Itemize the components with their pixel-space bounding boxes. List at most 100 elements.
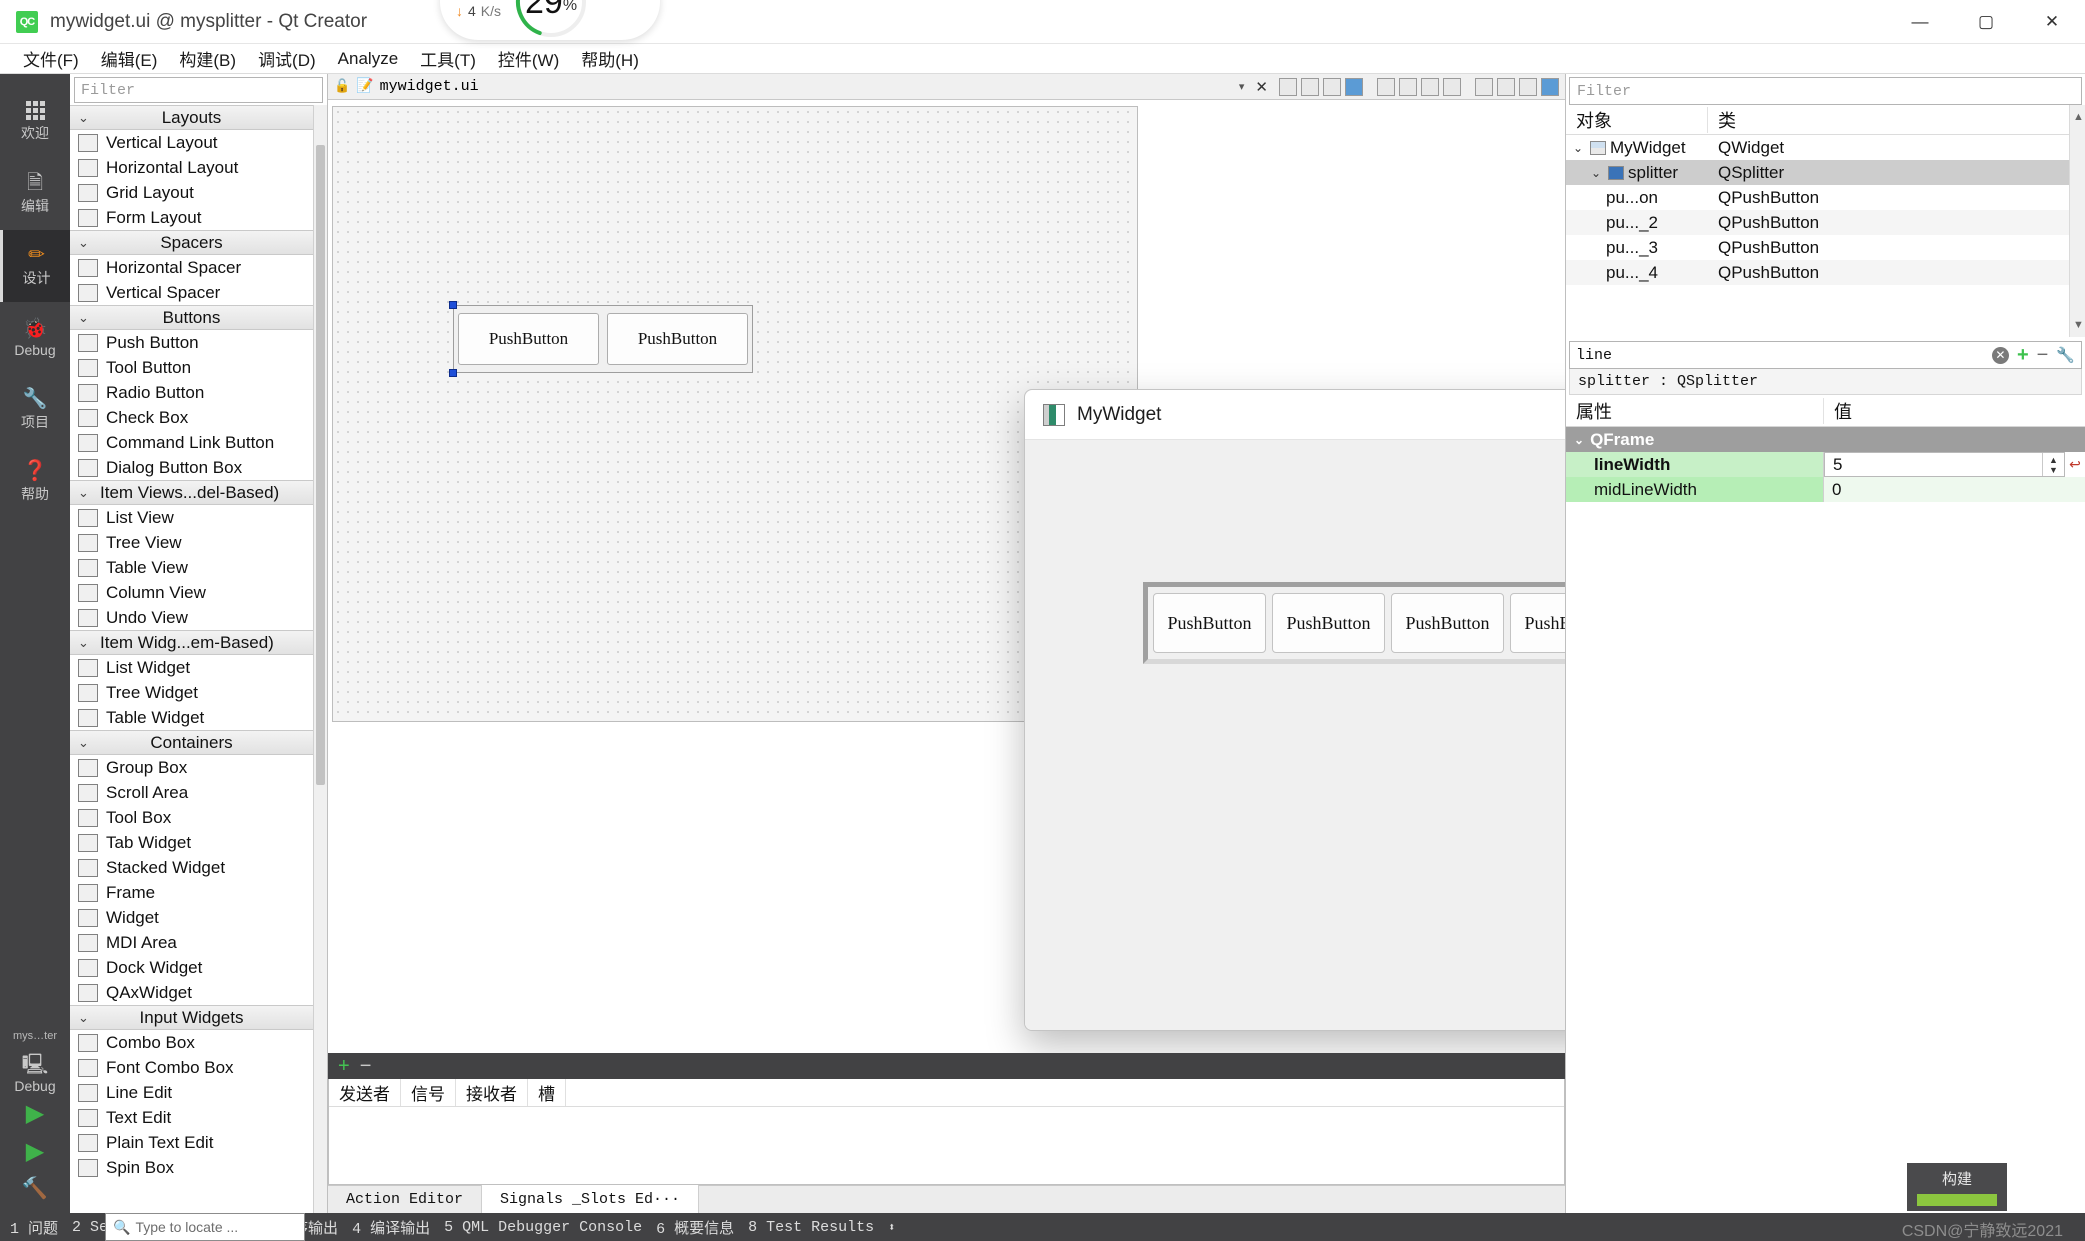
adjust-size-icon[interactable] [1541, 78, 1559, 96]
canvas-push-button-2[interactable]: PushButton [607, 313, 748, 365]
add-property-icon[interactable]: + [2017, 345, 2029, 365]
build-button-icon[interactable]: 🔨 [22, 1178, 48, 1199]
mode-help[interactable]: ❓ 帮助 [0, 446, 70, 518]
widget-box-item-plain-text-edit[interactable]: Plain Text Edit [70, 1130, 313, 1155]
widget-box-group-buttons[interactable]: ⌄Buttons [70, 305, 313, 330]
widget-box-item-tool-box[interactable]: Tool Box [70, 805, 313, 830]
widget-box-item-tool-button[interactable]: Tool Button [70, 355, 313, 380]
add-connection-button[interactable]: + [338, 1056, 350, 1076]
debug-button-icon[interactable]: ▶ [26, 1140, 44, 1164]
widget-box-group-spacers[interactable]: ⌄Spacers [70, 230, 313, 255]
preview-splitter[interactable]: PushButton PushButton PushButton PushBut… [1143, 582, 1565, 664]
selection-handle-bottom-left[interactable] [449, 369, 457, 377]
status-issues[interactable]: 1 问题 [10, 1217, 58, 1238]
mode-design[interactable]: ✏ 设计 [0, 230, 70, 302]
mode-debug[interactable]: 🐞 Debug [0, 302, 70, 374]
column-signal[interactable]: 信号 [401, 1079, 456, 1106]
preview-push-button-2[interactable]: PushButton [1272, 593, 1385, 653]
widget-box-item-push-button[interactable]: Push Button [70, 330, 313, 355]
mode-edit[interactable]: 🗎 编辑 [0, 158, 70, 230]
object-column-header[interactable]: 对象 [1566, 107, 1708, 133]
menu-edit[interactable]: 编辑(E) [90, 43, 169, 74]
widget-box-group-item-widg-em-based[interactable]: ⌄Item Widg...em-Based) [70, 630, 313, 655]
chevron-down-icon[interactable]: ⌄ [1570, 141, 1586, 155]
column-receiver[interactable]: 接收者 [456, 1079, 528, 1106]
open-file-combo[interactable]: 🔓 📝 mywidget.ui [334, 78, 479, 95]
property-row-midlinewidth[interactable]: midLineWidth 0 [1566, 477, 2085, 502]
widget-box-group-item-views-del-based[interactable]: ⌄Item Views...del-Based) [70, 480, 313, 505]
close-document-icon[interactable]: ✕ [1249, 78, 1274, 96]
edit-signals-icon[interactable] [1301, 78, 1319, 96]
break-layout-icon[interactable] [1519, 78, 1537, 96]
widget-box-item-font-combo-box[interactable]: Font Combo Box [70, 1055, 313, 1080]
kit-name[interactable]: mys…ter [0, 1026, 70, 1046]
revert-property-icon[interactable]: ↩ [2065, 452, 2085, 477]
widget-box-scrollbar[interactable] [313, 105, 327, 1213]
widget-box-item-table-view[interactable]: Table View [70, 555, 313, 580]
widget-box-item-radio-button[interactable]: Radio Button [70, 380, 313, 405]
status-qml-debugger-console[interactable]: 5 QML Debugger Console [444, 1219, 642, 1236]
object-tree-row[interactable]: pu..._3QPushButton [1566, 235, 2069, 260]
scroll-up-icon[interactable]: ▲ [2073, 111, 2084, 123]
widget-box-item-group-box[interactable]: Group Box [70, 755, 313, 780]
output-pane-arrows-icon[interactable]: ⬍ [888, 1220, 895, 1235]
property-name-column-header[interactable]: 属性 [1566, 398, 1824, 424]
widget-box-item-line-edit[interactable]: Line Edit [70, 1080, 313, 1105]
run-button-icon[interactable]: ▶ [26, 1102, 44, 1126]
widget-box-item-tree-view[interactable]: Tree View [70, 530, 313, 555]
network-monitor-overlay[interactable]: ↑ 2 K/s ↓ 4 K/s 29 % [440, 0, 660, 40]
widget-box-item-column-view[interactable]: Column View [70, 580, 313, 605]
menu-help[interactable]: 帮助(H) [570, 43, 650, 74]
object-tree-row[interactable]: pu...onQPushButton [1566, 185, 2069, 210]
layout-splitter-v-icon[interactable] [1443, 78, 1461, 96]
preview-window[interactable]: MyWidget — ▢ ✕ PushButton PushButton Pus… [1024, 389, 1565, 1031]
menu-widgets[interactable]: 控件(W) [487, 43, 570, 74]
layout-vertical-icon[interactable] [1399, 78, 1417, 96]
kit-selector[interactable]: 🖳 Debug [0, 1046, 70, 1102]
widget-box-item-check-box[interactable]: Check Box [70, 405, 313, 430]
minimize-button[interactable]: — [1887, 0, 1953, 44]
property-filter-input[interactable]: line [1576, 347, 1984, 364]
widget-box-item-horizontal-spacer[interactable]: Horizontal Spacer [70, 255, 313, 280]
property-value-column-header[interactable]: 值 [1824, 398, 1852, 424]
widget-box-item-command-link-button[interactable]: Command Link Button [70, 430, 313, 455]
widget-box-item-dialog-button-box[interactable]: Dialog Button Box [70, 455, 313, 480]
menu-analyze[interactable]: Analyze [327, 46, 409, 72]
widget-box-group-containers[interactable]: ⌄Containers [70, 730, 313, 755]
clear-filter-icon[interactable]: ✕ [1992, 347, 2009, 364]
configure-icon[interactable]: 🔧 [2056, 346, 2075, 364]
status-general-messages[interactable]: 6 概要信息 [656, 1217, 734, 1238]
widget-box-item-table-widget[interactable]: Table Widget [70, 705, 313, 730]
menu-file[interactable]: 文件(F) [12, 43, 90, 74]
widget-box-item-list-widget[interactable]: List Widget [70, 655, 313, 680]
tab-action-editor[interactable]: Action Editor [328, 1185, 482, 1213]
edit-widgets-icon[interactable] [1279, 78, 1297, 96]
spinbox-stepper[interactable]: ▲▼ [2042, 453, 2064, 476]
class-column-header[interactable]: 类 [1708, 107, 1736, 133]
property-value-linewidth[interactable]: 5 ▲▼ [1824, 452, 2065, 477]
widget-box-item-tab-widget[interactable]: Tab Widget [70, 830, 313, 855]
widget-box-item-tree-widget[interactable]: Tree Widget [70, 680, 313, 705]
object-tree-row[interactable]: ⌄MyWidgetQWidget [1566, 135, 2069, 160]
widget-box-item-list-view[interactable]: List View [70, 505, 313, 530]
column-sender[interactable]: 发送者 [329, 1079, 401, 1106]
remove-connection-button[interactable]: − [360, 1056, 372, 1076]
widget-box-item-stacked-widget[interactable]: Stacked Widget [70, 855, 313, 880]
property-row-linewidth[interactable]: lineWidth 5 ▲▼ ↩ [1566, 452, 2085, 477]
widget-box-item-vertical-layout[interactable]: Vertical Layout [70, 130, 313, 155]
status-test-results[interactable]: 8 Test Results [748, 1219, 874, 1236]
build-progress-popup[interactable]: 构建 [1907, 1163, 2007, 1211]
status-compile-output[interactable]: 4 编译输出 [352, 1217, 430, 1238]
object-tree-filter[interactable]: Filter [1569, 77, 2082, 105]
tab-signals-slots-editor[interactable]: Signals _Slots Ed··· [482, 1185, 699, 1213]
chevron-down-icon[interactable]: ⌄ [1588, 166, 1604, 180]
close-button[interactable]: ✕ [2019, 0, 2085, 44]
layout-splitter-h-icon[interactable] [1421, 78, 1439, 96]
widget-box-group-layouts[interactable]: ⌄Layouts [70, 105, 313, 130]
maximize-button[interactable]: ▢ [1953, 0, 2019, 44]
edit-buddies-icon[interactable] [1323, 78, 1341, 96]
preview-push-button-3[interactable]: PushButton [1391, 593, 1504, 653]
object-tree[interactable]: 对象 类 ⌄MyWidgetQWidget⌄splitterQSplitterp… [1566, 105, 2069, 337]
mode-welcome[interactable]: 欢迎 [0, 86, 70, 158]
menu-tools[interactable]: 工具(T) [409, 43, 487, 74]
